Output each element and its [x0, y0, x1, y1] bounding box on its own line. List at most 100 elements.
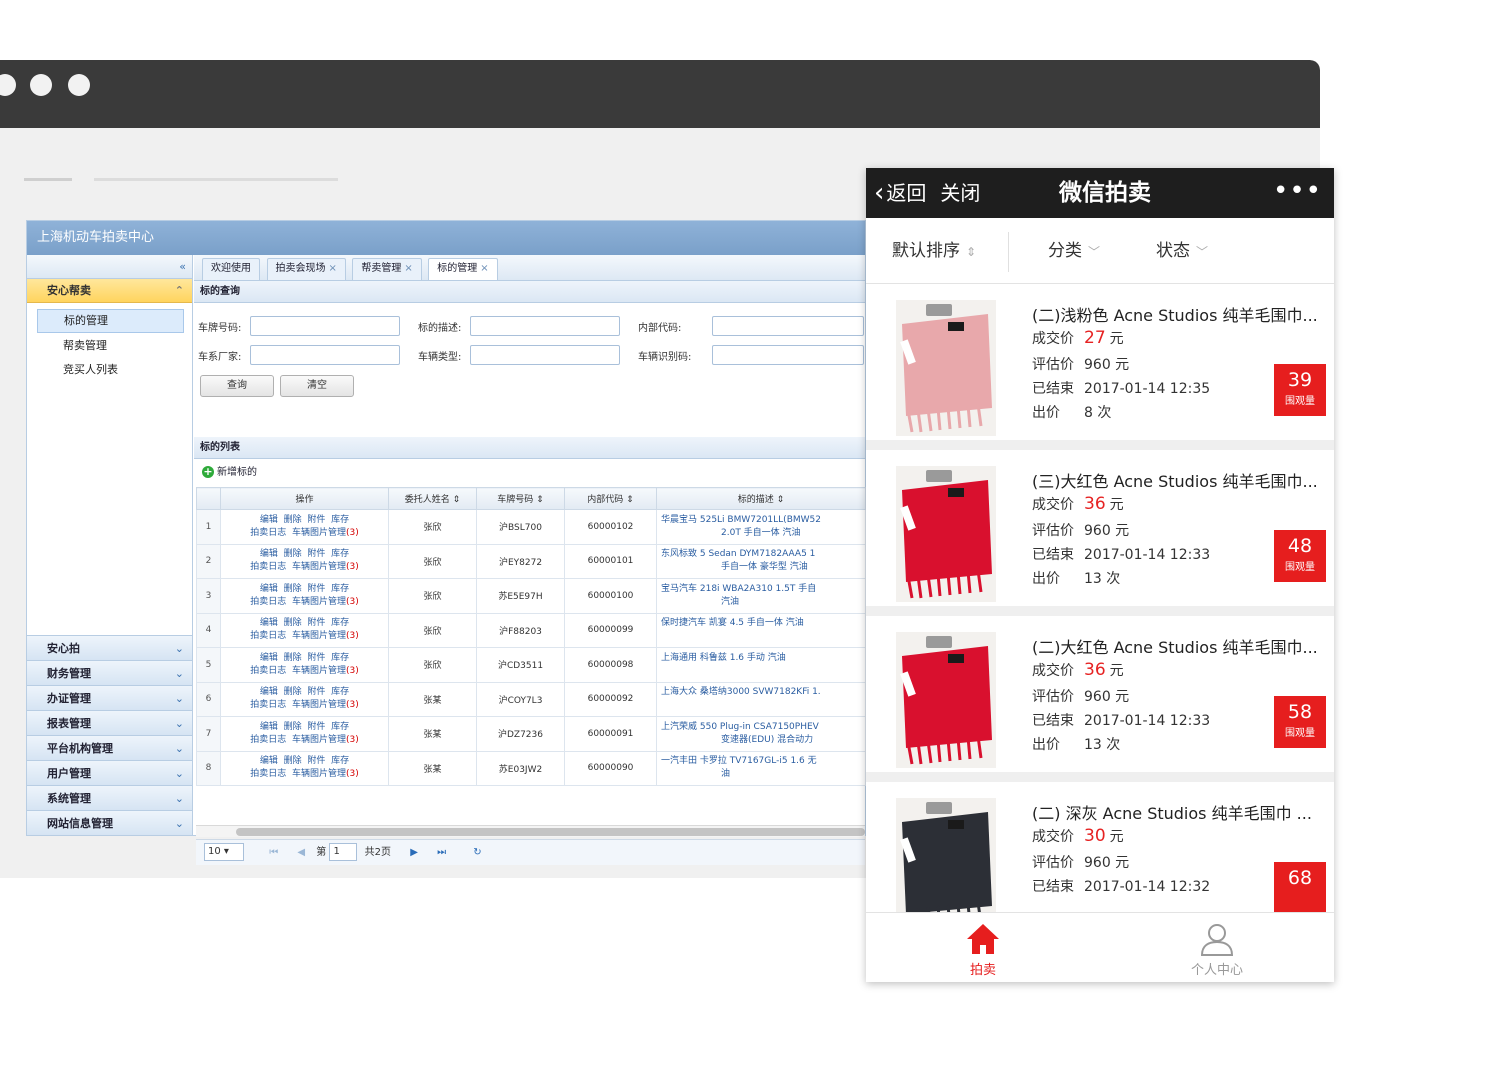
sidebar-group[interactable]: 用户管理 ⌄	[27, 760, 192, 785]
table-row[interactable]: 4 编辑 删除 附件 库存 拍卖日志 车辆图片管理(3) 张欣 沪F88203 60000…	[196, 612, 866, 648]
page-size-select[interactable]: 10 ▾	[204, 843, 244, 861]
auction-log-link[interactable]: 拍卖日志	[250, 666, 286, 676]
table-row[interactable]: 2 编辑 删除 附件 库存 拍卖日志 车辆图片管理(3) 张欣 沪EY8272 60000…	[196, 543, 866, 579]
filter-sort[interactable]: 默认排序 ⇕	[892, 218, 976, 284]
row-op-link[interactable]: 库存	[331, 618, 349, 628]
row-op-link[interactable]: 删除	[284, 687, 302, 697]
close-button[interactable]: 关闭	[940, 181, 980, 205]
table-row[interactable]: 3 编辑 删除 附件 库存 拍卖日志 车辆图片管理(3) 张欣 苏E5E97H 60000…	[196, 578, 866, 614]
vehicle-photos-link[interactable]: 车辆图片管理(3)	[292, 631, 359, 641]
row-op-link[interactable]: 附件	[307, 687, 325, 697]
maker-input[interactable]	[250, 345, 400, 365]
vehicle-photos-link[interactable]: 车辆图片管理(3)	[292, 528, 359, 538]
horizontal-scrollbar[interactable]	[196, 825, 865, 837]
row-op-link[interactable]: 编辑	[260, 515, 278, 525]
more-options-icon[interactable]: •••	[1273, 168, 1322, 214]
vehicle-photos-link[interactable]: 车辆图片管理(3)	[292, 700, 359, 710]
window-minimize-dot[interactable]	[30, 74, 52, 96]
clear-button[interactable]: 清空	[280, 375, 354, 397]
row-op-link[interactable]: 编辑	[260, 549, 278, 559]
vehicle-photos-link[interactable]: 车辆图片管理(3)	[292, 562, 359, 572]
auction-log-link[interactable]: 拍卖日志	[250, 735, 286, 745]
table-row[interactable]: 5 编辑 删除 附件 库存 拍卖日志 车辆图片管理(3) 张欣 沪CD3511 60000…	[196, 647, 866, 683]
close-icon[interactable]: ×	[480, 263, 488, 274]
sidebar-item-bidders[interactable]: 竞买人列表	[27, 357, 192, 383]
sidebar-group[interactable]: 财务管理 ⌄	[27, 660, 192, 685]
row-op-link[interactable]: 库存	[331, 653, 349, 663]
add-target-button[interactable]: + 新增标的	[202, 466, 257, 478]
sidebar-group[interactable]: 平台机构管理 ⌄	[27, 735, 192, 760]
column-header-code[interactable]: 内部代码 ⇕	[564, 487, 657, 510]
first-page-icon[interactable]: ⏮	[269, 840, 278, 866]
row-op-link[interactable]: 附件	[307, 515, 325, 525]
auction-item[interactable]: (二)浅粉色 Acne Studios 纯羊毛围巾... 成交价 27 元评估价 960…	[866, 284, 1334, 450]
auction-log-link[interactable]: 拍卖日志	[250, 769, 286, 779]
filter-category[interactable]: 分类 ﹀	[1048, 218, 1100, 284]
row-op-link[interactable]: 附件	[307, 722, 325, 732]
auction-log-link[interactable]: 拍卖日志	[250, 631, 286, 641]
table-row[interactable]: 7 编辑 删除 附件 库存 拍卖日志 车辆图片管理(3) 张某 沪DZ7236 60000…	[196, 716, 866, 752]
row-op-link[interactable]: 删除	[284, 618, 302, 628]
tab-target-manage[interactable]: 标的管理 ×	[428, 258, 498, 280]
vehicle-photos-link[interactable]: 车辆图片管理(3)	[292, 666, 359, 676]
sidebar-group[interactable]: 系统管理 ⌄	[27, 785, 192, 810]
row-op-link[interactable]: 删除	[284, 584, 302, 594]
auction-log-link[interactable]: 拍卖日志	[250, 528, 286, 538]
row-op-link[interactable]: 附件	[307, 549, 325, 559]
row-op-link[interactable]: 库存	[331, 515, 349, 525]
auction-item[interactable]: (三)大红色 Acne Studios 纯羊毛围巾... 成交价 36 元评估价 960…	[866, 450, 1334, 616]
vehicle-photos-link[interactable]: 车辆图片管理(3)	[292, 597, 359, 607]
row-op-link[interactable]: 编辑	[260, 653, 278, 663]
close-icon[interactable]: ×	[404, 263, 412, 274]
column-header-owner[interactable]: 委托人姓名 ⇕	[388, 487, 477, 510]
row-op-link[interactable]: 库存	[331, 756, 349, 766]
row-op-link[interactable]: 删除	[284, 549, 302, 559]
page-number-input[interactable]: 1	[329, 843, 358, 861]
row-op-link[interactable]: 库存	[331, 722, 349, 732]
row-op-link[interactable]: 删除	[284, 515, 302, 525]
tab-profile[interactable]: 个人中心	[1100, 913, 1334, 982]
tab-auction[interactable]: 拍卖	[866, 913, 1100, 982]
type-input[interactable]	[470, 345, 620, 365]
row-op-link[interactable]: 删除	[284, 722, 302, 732]
prev-page-icon[interactable]: ◀	[297, 840, 305, 866]
plate-input[interactable]	[250, 316, 400, 336]
window-close-dot[interactable]	[0, 74, 16, 96]
sidebar-group-open[interactable]: 安心帮卖 ⌃	[27, 279, 192, 303]
back-button[interactable]: ‹ 返回	[874, 178, 926, 208]
column-header-ops[interactable]: 操作	[220, 487, 389, 510]
filter-status[interactable]: 状态 ﹀	[1156, 218, 1208, 284]
sidebar-group[interactable]: 安心拍 ⌄	[27, 635, 192, 660]
sidebar-collapse-button[interactable]: «	[27, 255, 192, 279]
row-op-link[interactable]: 编辑	[260, 618, 278, 628]
row-op-link[interactable]: 附件	[307, 653, 325, 663]
last-page-icon[interactable]: ⏭	[437, 840, 446, 866]
vehicle-photos-link[interactable]: 车辆图片管理(3)	[292, 735, 359, 745]
row-op-link[interactable]: 编辑	[260, 756, 278, 766]
row-op-link[interactable]: 库存	[331, 549, 349, 559]
desc-input[interactable]	[470, 316, 620, 336]
row-op-link[interactable]: 库存	[331, 584, 349, 594]
query-button[interactable]: 查询	[200, 375, 274, 397]
sidebar-item-help-sell[interactable]: 帮卖管理	[27, 333, 192, 359]
auction-log-link[interactable]: 拍卖日志	[250, 597, 286, 607]
auction-item[interactable]: (二)大红色 Acne Studios 纯羊毛围巾... 成交价 36 元评估价 960…	[866, 616, 1334, 782]
vin-input[interactable]	[712, 345, 864, 365]
scrollbar-thumb[interactable]	[236, 828, 865, 836]
vehicle-photos-link[interactable]: 车辆图片管理(3)	[292, 769, 359, 779]
row-op-link[interactable]: 附件	[307, 756, 325, 766]
next-page-icon[interactable]: ▶	[410, 840, 418, 866]
row-op-link[interactable]: 编辑	[260, 687, 278, 697]
refresh-icon[interactable]: ↻	[473, 840, 481, 866]
row-op-link[interactable]: 附件	[307, 584, 325, 594]
row-op-link[interactable]: 删除	[284, 756, 302, 766]
column-header-plate[interactable]: 车牌号码 ⇕	[476, 487, 565, 510]
row-op-link[interactable]: 附件	[307, 618, 325, 628]
row-op-link[interactable]: 删除	[284, 653, 302, 663]
tab-welcome[interactable]: 欢迎使用	[202, 258, 260, 280]
tab-help-sell[interactable]: 帮卖管理 ×	[352, 258, 422, 280]
window-maximize-dot[interactable]	[68, 74, 90, 96]
close-icon[interactable]: ×	[329, 263, 337, 274]
sidebar-group[interactable]: 网站信息管理 ⌄	[27, 810, 192, 835]
sidebar-group[interactable]: 报表管理 ⌄	[27, 710, 192, 735]
